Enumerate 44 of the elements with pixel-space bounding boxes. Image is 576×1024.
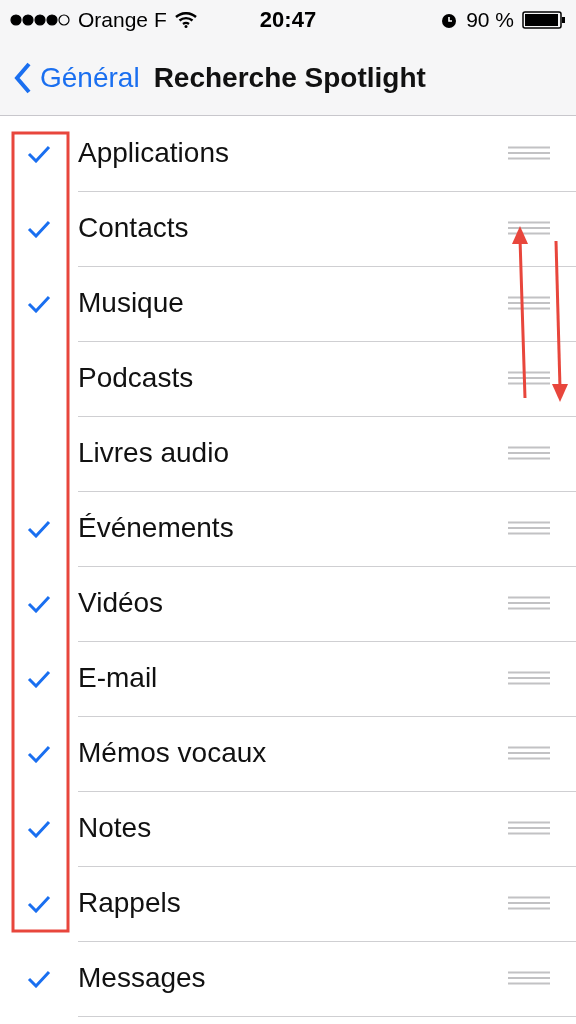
wifi-icon — [174, 12, 197, 28]
signal-icon — [10, 14, 70, 26]
item-label: Mémos vocaux — [78, 737, 268, 769]
item-label: Vidéos — [78, 587, 165, 619]
item-label: Notes — [78, 812, 153, 844]
reorder-handle-icon[interactable] — [508, 446, 550, 460]
reorder-handle-icon[interactable] — [508, 221, 550, 235]
reorder-handle-icon[interactable] — [508, 146, 550, 160]
spotlight-item[interactable]: E-mail — [0, 641, 576, 716]
back-button[interactable]: Général — [14, 61, 140, 94]
reorder-handle-icon[interactable] — [508, 671, 550, 685]
spotlight-item[interactable]: Musique — [0, 266, 576, 341]
carrier-name: Orange F — [78, 8, 167, 32]
spotlight-item[interactable]: Applications — [0, 116, 576, 191]
item-label: Podcasts — [78, 362, 195, 394]
reorder-handle-icon[interactable] — [508, 896, 550, 910]
battery-percent: 90 % — [466, 8, 514, 32]
spotlight-item[interactable]: Notes — [0, 791, 576, 866]
reorder-handle-icon[interactable] — [508, 596, 550, 610]
reorder-handle-icon[interactable] — [508, 371, 550, 385]
item-label: Musique — [78, 287, 185, 319]
page-title: Recherche Spotlight — [153, 61, 426, 94]
chevron-left-icon — [14, 61, 32, 94]
reorder-handle-icon[interactable] — [508, 971, 550, 985]
spotlight-item[interactable]: Messages — [0, 941, 576, 1016]
reorder-handle-icon[interactable] — [508, 521, 550, 535]
item-label: Messages — [78, 962, 207, 994]
clock-time: 20:47 — [259, 7, 317, 33]
reorder-handle-icon[interactable] — [508, 296, 550, 310]
item-label: Applications — [78, 137, 230, 169]
item-label: Événements — [78, 512, 235, 544]
battery-icon — [522, 11, 566, 29]
spotlight-item[interactable]: Événements — [0, 491, 576, 566]
reorder-handle-icon[interactable] — [508, 746, 550, 760]
item-label: E-mail — [78, 662, 159, 694]
spotlight-item[interactable]: Livres audio — [0, 416, 576, 491]
item-label: Rappels — [78, 887, 182, 919]
spotlight-item[interactable]: Rappels — [0, 866, 576, 941]
spotlight-item[interactable]: Mémos vocaux — [0, 716, 576, 791]
reorder-handle-icon[interactable] — [508, 821, 550, 835]
alarm-icon — [440, 11, 459, 29]
spotlight-item[interactable]: Vidéos — [0, 566, 576, 641]
item-label: Livres audio — [78, 437, 230, 469]
item-label: Contacts — [78, 212, 190, 244]
